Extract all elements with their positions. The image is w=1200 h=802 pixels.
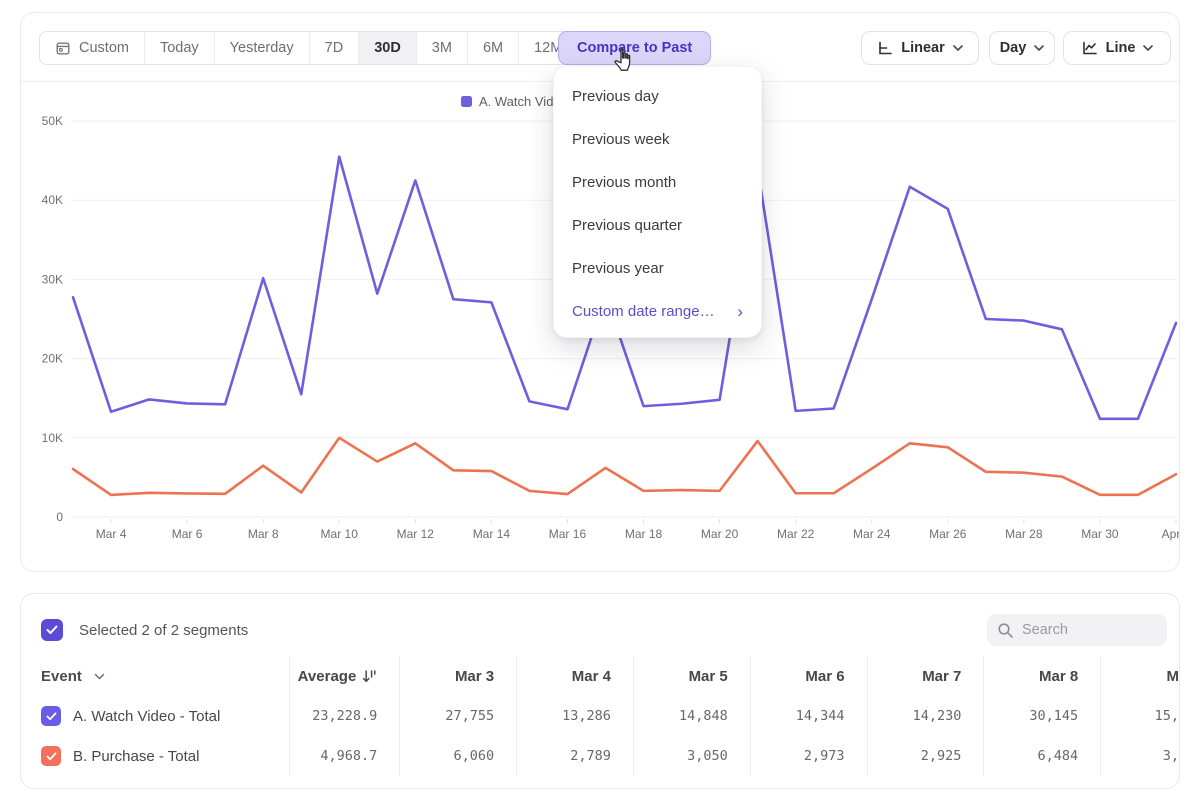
cell-value: 2,789: [570, 748, 611, 764]
cell-value: 2,925: [921, 748, 962, 764]
svg-text:Mar 14: Mar 14: [473, 527, 511, 541]
check-icon: [46, 712, 57, 721]
date-column-header[interactable]: Mar 5: [634, 656, 751, 696]
date-column-header[interactable]: Mar 6: [751, 656, 868, 696]
table-row-purchase: B. Purchase - Total 4,968.7 6,060 2,789 …: [21, 736, 1179, 776]
check-icon: [46, 752, 57, 761]
date-column-header[interactable]: Mar 3: [400, 656, 517, 696]
svg-text:0: 0: [56, 510, 63, 524]
select-all-checkbox[interactable]: [41, 619, 63, 641]
cell-value: 3,050: [687, 748, 728, 764]
date-range-6m[interactable]: 6M: [467, 32, 518, 64]
clipped-cell-value: 15,: [1155, 708, 1179, 724]
search-input[interactable]: [1022, 622, 1142, 638]
svg-text:Mar 18: Mar 18: [625, 527, 663, 541]
date-range-30d[interactable]: 30D: [358, 32, 416, 64]
linear-axes-icon: [877, 41, 893, 56]
cell-value: 13,286: [562, 708, 611, 724]
date-column-header[interactable]: Mar 7: [868, 656, 985, 696]
search-box[interactable]: [987, 614, 1167, 646]
cell-value: 6,484: [1038, 748, 1079, 764]
event-column-header[interactable]: Event: [21, 656, 290, 696]
date-range-7d[interactable]: 7D: [309, 32, 359, 64]
cell-value: 30,145: [1029, 708, 1078, 724]
cell-value: 27,755: [445, 708, 494, 724]
cursor-pointer-icon: [612, 46, 636, 74]
check-icon: [46, 625, 58, 635]
svg-text:40K: 40K: [42, 193, 63, 207]
svg-text:Mar 28: Mar 28: [1005, 527, 1043, 541]
scale-dropdown-button[interactable]: Linear: [861, 31, 979, 65]
svg-text:30K: 30K: [42, 272, 63, 286]
table-row-watch-video: A. Watch Video - Total 23,228.9 27,755 1…: [21, 696, 1179, 736]
date-column-header[interactable]: Mar 8: [984, 656, 1101, 696]
chevron-down-icon: [953, 45, 963, 51]
date-range-today[interactable]: Today: [144, 32, 214, 64]
date-range-group: Custom Today Yesterday 7D 30D 3M 6M 12M: [39, 31, 578, 65]
svg-text:Mar 8: Mar 8: [248, 527, 279, 541]
date-range-custom[interactable]: Custom: [40, 32, 144, 64]
svg-text:Mar 20: Mar 20: [701, 527, 739, 541]
table-header-row: Event Average Mar 3 Mar 4 Mar 5 Mar 6 Ma…: [21, 656, 1179, 696]
menu-item-custom-date-range[interactable]: Custom date range… ›: [554, 290, 761, 333]
menu-item-previous-month[interactable]: Previous month: [554, 161, 761, 204]
svg-text:Mar 26: Mar 26: [929, 527, 967, 541]
svg-text:Mar 10: Mar 10: [321, 527, 359, 541]
svg-text:Mar 24: Mar 24: [853, 527, 891, 541]
search-icon: [997, 622, 1014, 639]
svg-text:Apr 1: Apr 1: [1162, 527, 1179, 541]
date-range-3m[interactable]: 3M: [416, 32, 467, 64]
svg-text:Mar 4: Mar 4: [96, 527, 127, 541]
svg-text:Mar 16: Mar 16: [549, 527, 587, 541]
cell-value: 2,973: [804, 748, 845, 764]
cell-value: 6,060: [453, 748, 494, 764]
svg-text:20K: 20K: [42, 352, 63, 366]
average-column-header[interactable]: Average: [290, 656, 400, 696]
clipped-date-column-header: M: [1101, 656, 1179, 696]
average-value: 4,968.7: [320, 748, 377, 764]
chevron-down-icon: [1143, 45, 1153, 51]
row-label: A. Watch Video - Total: [73, 708, 220, 725]
row-checkbox[interactable]: [41, 706, 61, 726]
date-column-header[interactable]: Mar 4: [517, 656, 634, 696]
date-range-label: Custom: [79, 40, 129, 56]
svg-text:Mar 6: Mar 6: [172, 527, 203, 541]
chart-type-dropdown-button[interactable]: Line: [1063, 31, 1171, 65]
svg-text:Mar 12: Mar 12: [397, 527, 435, 541]
average-value: 23,228.9: [312, 708, 377, 724]
menu-item-previous-year[interactable]: Previous year: [554, 247, 761, 290]
clipped-cell-value: 3,: [1163, 748, 1179, 764]
cell-value: 14,344: [796, 708, 845, 724]
cell-value: 14,848: [679, 708, 728, 724]
chevron-right-icon: ›: [737, 303, 743, 320]
menu-item-previous-quarter[interactable]: Previous quarter: [554, 204, 761, 247]
segments-card: Selected 2 of 2 segments Event Average: [20, 593, 1180, 789]
compare-to-past-menu: Previous day Previous week Previous mont…: [553, 66, 762, 338]
line-chart-icon: [1081, 41, 1098, 56]
segments-header: Selected 2 of 2 segments: [21, 594, 1179, 656]
calendar-icon: [55, 40, 71, 56]
selected-summary: Selected 2 of 2 segments: [79, 622, 248, 639]
svg-text:Mar 30: Mar 30: [1081, 527, 1119, 541]
date-range-yesterday[interactable]: Yesterday: [214, 32, 309, 64]
chevron-down-icon: [94, 673, 105, 680]
menu-item-previous-day[interactable]: Previous day: [554, 75, 761, 118]
row-label: B. Purchase - Total: [73, 748, 199, 765]
svg-text:Mar 22: Mar 22: [777, 527, 815, 541]
row-checkbox[interactable]: [41, 746, 61, 766]
svg-text:10K: 10K: [42, 431, 63, 445]
sort-descending-icon: [362, 669, 377, 684]
svg-text:50K: 50K: [42, 114, 63, 128]
menu-item-previous-week[interactable]: Previous week: [554, 118, 761, 161]
cell-value: 14,230: [913, 708, 962, 724]
interval-dropdown-button[interactable]: Day: [989, 31, 1055, 65]
chevron-down-icon: [1034, 45, 1044, 51]
segments-table: Event Average Mar 3 Mar 4 Mar 5 Mar 6 Ma…: [21, 656, 1179, 776]
